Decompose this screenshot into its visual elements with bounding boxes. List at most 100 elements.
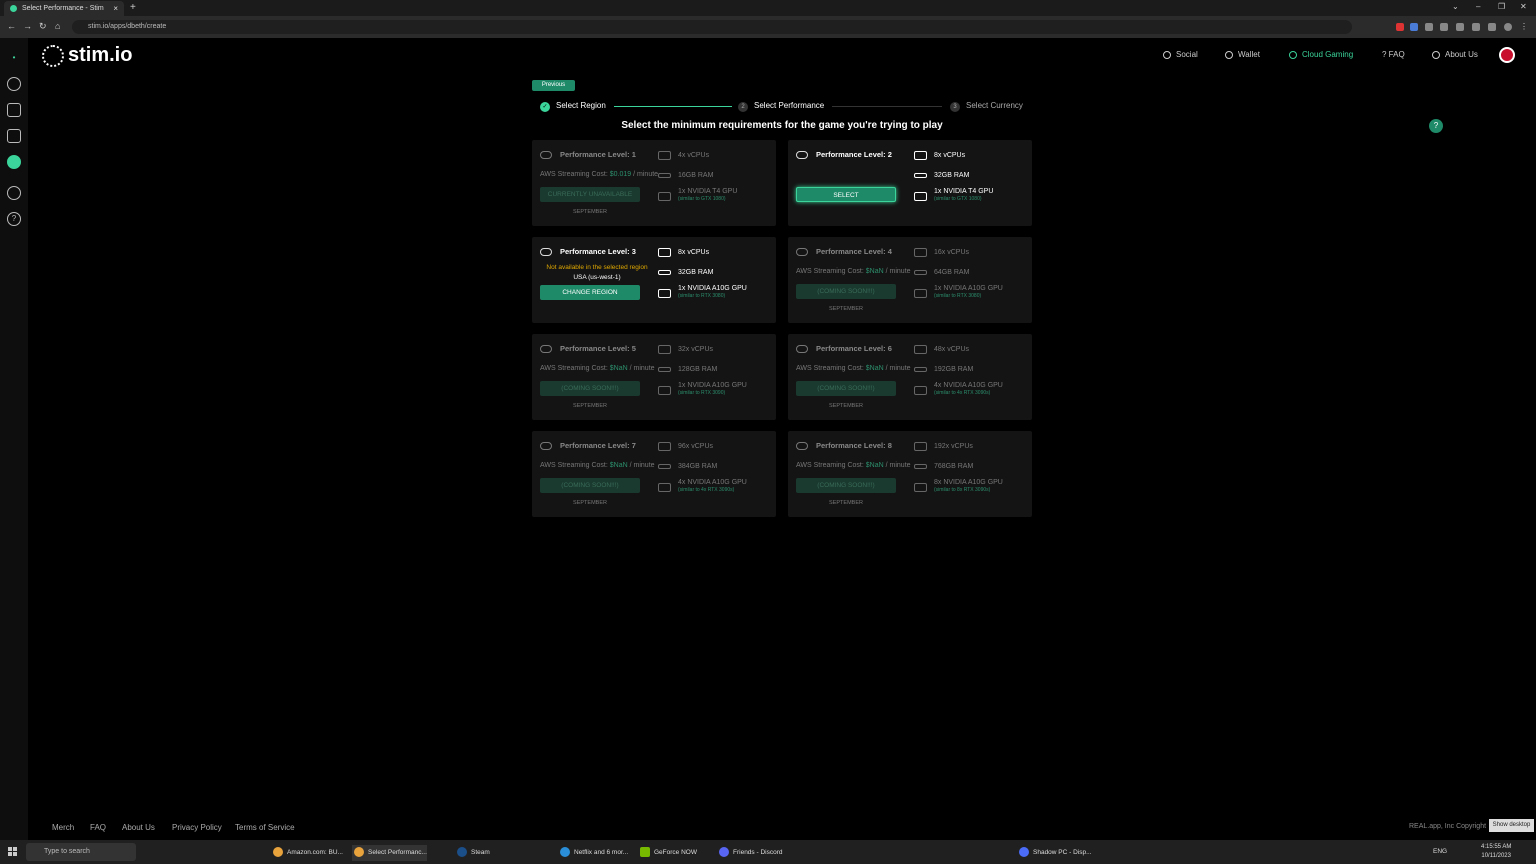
geforce-icon bbox=[640, 847, 650, 857]
step-connector bbox=[614, 106, 732, 107]
help-button[interactable]: ? bbox=[1429, 119, 1443, 133]
cloud-icon bbox=[540, 442, 552, 451]
browser-tab[interactable]: Select Performance - Stim × bbox=[4, 1, 124, 16]
new-tab-button[interactable]: + bbox=[130, 2, 136, 13]
performance-card-3: Performance Level: 3 Not available in th… bbox=[532, 237, 776, 323]
taskbar-item-geforce-now[interactable]: GeForce NOW bbox=[638, 845, 708, 861]
taskbar-item-amazon[interactable]: Amazon.com: BU... bbox=[271, 845, 346, 861]
close-window-icon[interactable]: ✕ bbox=[1520, 2, 1527, 11]
cpu-spec: 192x vCPUs bbox=[914, 442, 973, 451]
gpu-icon bbox=[658, 483, 671, 492]
gamepad-icon[interactable] bbox=[7, 186, 21, 200]
card-title: Performance Level: 3 bbox=[540, 247, 636, 257]
help-icon[interactable]: ? bbox=[7, 212, 21, 226]
language-flag-icon[interactable] bbox=[1499, 47, 1515, 63]
nav-about-us[interactable]: About Us bbox=[1432, 50, 1478, 59]
extension-icon[interactable] bbox=[1410, 23, 1418, 31]
language-indicator[interactable]: ENG bbox=[1433, 848, 1447, 855]
streaming-cost: AWS Streaming Cost: $NaN / minute bbox=[796, 365, 911, 372]
taskbar-item-steam[interactable]: Steam bbox=[455, 845, 525, 861]
nav-cloud-gaming[interactable]: Cloud Gaming bbox=[1289, 50, 1353, 59]
browser-tab-bar: Select Performance - Stim × + ⌄ – ❐ ✕ bbox=[0, 0, 1536, 16]
extension-icon[interactable] bbox=[1396, 23, 1404, 31]
step-label: Select Region bbox=[556, 101, 606, 110]
taskbar-search-input[interactable]: Type to search bbox=[26, 843, 136, 861]
gpu-icon bbox=[914, 289, 927, 298]
ram-icon bbox=[658, 367, 671, 372]
maximize-icon[interactable]: ❐ bbox=[1498, 2, 1505, 11]
availability-month: SEPTEMBER bbox=[829, 500, 863, 506]
extension-icon[interactable] bbox=[1488, 23, 1496, 31]
cloud-icon bbox=[796, 442, 808, 451]
footer-link-terms[interactable]: Terms of Service bbox=[235, 823, 295, 832]
footer-link-about-us[interactable]: About Us bbox=[122, 823, 155, 832]
forward-icon[interactable]: → bbox=[23, 21, 32, 31]
cpu-icon bbox=[914, 248, 927, 257]
home-icon[interactable]: ⌂ bbox=[55, 21, 60, 31]
footer-link-faq[interactable]: FAQ bbox=[90, 823, 106, 832]
nav-faq[interactable]: ? FAQ bbox=[1382, 50, 1405, 59]
gpu-spec: 4x NVIDIA A10G GPU (similar to 4x RTX 309… bbox=[658, 479, 747, 493]
back-icon[interactable]: ← bbox=[7, 21, 16, 31]
url-field[interactable]: stim.io/apps/dbeth/create bbox=[72, 20, 1352, 34]
ram-spec: 32GB RAM bbox=[658, 269, 713, 276]
ram-icon bbox=[914, 173, 927, 178]
previous-button[interactable]: Previous bbox=[532, 80, 575, 91]
performance-card-4: Performance Level: 4 AWS Streaming Cost:… bbox=[788, 237, 1032, 323]
nav-label: Social bbox=[1176, 50, 1198, 59]
availability-month: SEPTEMBER bbox=[573, 500, 607, 506]
nav-label: Wallet bbox=[1238, 50, 1260, 59]
chat-icon[interactable] bbox=[7, 129, 21, 143]
gpu-icon bbox=[658, 192, 671, 201]
extension-icon[interactable] bbox=[1456, 23, 1464, 31]
card-title: Performance Level: 5 bbox=[540, 344, 636, 354]
taskbar-item-discord[interactable]: Friends - Discord bbox=[717, 845, 792, 861]
compass-icon[interactable] bbox=[7, 77, 21, 91]
steam-icon bbox=[457, 847, 467, 857]
extension-icon[interactable] bbox=[1440, 23, 1448, 31]
nav-social[interactable]: Social bbox=[1163, 50, 1198, 59]
gpu-icon bbox=[658, 386, 671, 395]
taskbar-clock[interactable]: 4:15:55 AM 10/11/2023 bbox=[1481, 843, 1511, 861]
ram-icon bbox=[658, 270, 671, 275]
step-select-currency: 3 Select Currency bbox=[950, 101, 1023, 112]
menu-icon[interactable]: ⋮ bbox=[1520, 23, 1528, 31]
gpu-spec: 1x NVIDIA T4 GPU (similar to GTX 1080) bbox=[658, 188, 737, 202]
edge-icon bbox=[560, 847, 570, 857]
step-number: 2 bbox=[738, 102, 748, 112]
tab-search-icon[interactable]: ⌄ bbox=[1452, 2, 1459, 11]
ram-icon bbox=[914, 270, 927, 275]
performance-card-7: Performance Level: 7 AWS Streaming Cost:… bbox=[532, 431, 776, 517]
social-icon bbox=[1163, 50, 1171, 59]
footer-link-privacy-policy[interactable]: Privacy Policy bbox=[172, 823, 222, 832]
logo[interactable]: stim.io bbox=[42, 44, 132, 67]
nav-label: About Us bbox=[1445, 50, 1478, 59]
select-button[interactable]: SELECT bbox=[796, 187, 896, 202]
gpu-spec: 1x NVIDIA A10G GPU (similar to RTX 3080) bbox=[658, 285, 747, 299]
ram-spec: 16GB RAM bbox=[658, 172, 713, 179]
footer-link-merch[interactable]: Merch bbox=[52, 823, 74, 832]
wallet-icon[interactable] bbox=[7, 103, 21, 117]
taskbar-item-shadow-pc[interactable]: Shadow PC - Disp... bbox=[1017, 845, 1092, 861]
step-select-performance: 2 Select Performance bbox=[738, 101, 824, 112]
taskbar-item-select-performance[interactable]: Select Performanc... bbox=[352, 845, 427, 861]
chrome-icon bbox=[273, 847, 283, 857]
start-icon[interactable] bbox=[8, 847, 18, 857]
extension-icon[interactable] bbox=[1425, 23, 1433, 31]
cloud-icon bbox=[540, 248, 552, 257]
nav-wallet[interactable]: Wallet bbox=[1225, 50, 1260, 59]
close-tab-icon[interactable]: × bbox=[113, 4, 118, 13]
reload-icon[interactable]: ↻ bbox=[39, 21, 47, 32]
taskbar-item-netflix[interactable]: Netflix and 6 mor... bbox=[558, 845, 633, 861]
cloud-icon bbox=[1289, 50, 1297, 59]
minimize-icon[interactable]: – bbox=[1476, 2, 1480, 11]
change-region-button[interactable]: CHANGE REGION bbox=[540, 285, 640, 300]
cpu-spec: 4x vCPUs bbox=[658, 151, 709, 160]
gpu-icon bbox=[658, 289, 671, 298]
profile-avatar[interactable] bbox=[1504, 23, 1512, 31]
extension-icon[interactable] bbox=[1472, 23, 1480, 31]
left-sidebar: • ? bbox=[0, 38, 28, 840]
step-connector bbox=[832, 106, 942, 107]
ram-spec: 32GB RAM bbox=[914, 172, 969, 179]
cloud-gaming-icon[interactable] bbox=[7, 155, 21, 169]
